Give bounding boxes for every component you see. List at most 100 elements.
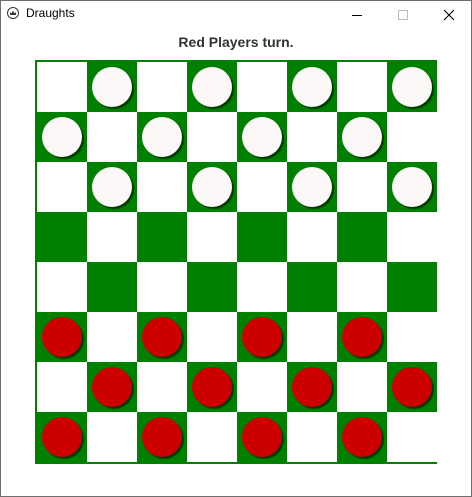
board-square[interactable] xyxy=(387,112,437,162)
board-square[interactable] xyxy=(387,362,437,412)
board-square[interactable] xyxy=(137,112,187,162)
board-square[interactable] xyxy=(87,312,137,362)
board-square[interactable] xyxy=(37,262,87,312)
white-piece[interactable] xyxy=(292,67,332,107)
board-square[interactable] xyxy=(37,362,87,412)
board-square[interactable] xyxy=(237,362,287,412)
board-square[interactable] xyxy=(387,412,437,462)
board-square[interactable] xyxy=(337,112,387,162)
board-square[interactable] xyxy=(387,62,437,112)
board-square[interactable] xyxy=(137,262,187,312)
red-piece[interactable] xyxy=(142,317,182,357)
minimize-button[interactable] xyxy=(334,1,380,29)
board-square[interactable] xyxy=(137,162,187,212)
board-square[interactable] xyxy=(337,362,387,412)
board-square[interactable] xyxy=(287,412,337,462)
board-square[interactable] xyxy=(287,212,337,262)
board-square[interactable] xyxy=(287,362,337,412)
board-square[interactable] xyxy=(237,162,287,212)
white-piece[interactable] xyxy=(392,67,432,107)
white-piece[interactable] xyxy=(192,167,232,207)
red-piece[interactable] xyxy=(192,367,232,407)
board-square[interactable] xyxy=(387,262,437,312)
board-square[interactable] xyxy=(237,312,287,362)
board-square[interactable] xyxy=(137,412,187,462)
title-bar[interactable]: Draughts xyxy=(1,1,471,29)
game-board[interactable] xyxy=(35,60,437,464)
board-square[interactable] xyxy=(137,212,187,262)
red-piece[interactable] xyxy=(142,417,182,457)
red-piece[interactable] xyxy=(242,317,282,357)
board-square[interactable] xyxy=(187,212,237,262)
board-square[interactable] xyxy=(387,212,437,262)
board-square[interactable] xyxy=(37,312,87,362)
board-square[interactable] xyxy=(137,312,187,362)
board-square[interactable] xyxy=(237,112,287,162)
board-square[interactable] xyxy=(337,312,387,362)
board-square[interactable] xyxy=(187,112,237,162)
board-square[interactable] xyxy=(287,262,337,312)
board-square[interactable] xyxy=(87,62,137,112)
app-window: Draughts Red Players turn. xyxy=(0,0,472,497)
board-square[interactable] xyxy=(237,412,287,462)
board-square[interactable] xyxy=(37,412,87,462)
turn-status: Red Players turn. xyxy=(178,34,294,50)
board-square[interactable] xyxy=(337,162,387,212)
board-square[interactable] xyxy=(87,212,137,262)
maximize-icon xyxy=(398,10,408,20)
board-square[interactable] xyxy=(137,62,187,112)
board-square[interactable] xyxy=(237,262,287,312)
white-piece[interactable] xyxy=(42,117,82,157)
white-piece[interactable] xyxy=(242,117,282,157)
close-icon xyxy=(443,9,455,21)
board-square[interactable] xyxy=(337,212,387,262)
crown-icon xyxy=(7,7,19,19)
board-square[interactable] xyxy=(87,112,137,162)
board-square[interactable] xyxy=(287,112,337,162)
red-piece[interactable] xyxy=(392,367,432,407)
board-square[interactable] xyxy=(187,362,237,412)
board-square[interactable] xyxy=(187,62,237,112)
board-square[interactable] xyxy=(187,262,237,312)
minimize-icon xyxy=(352,15,362,16)
board-square[interactable] xyxy=(387,162,437,212)
board-square[interactable] xyxy=(187,312,237,362)
board-square[interactable] xyxy=(287,162,337,212)
white-piece[interactable] xyxy=(342,117,382,157)
red-piece[interactable] xyxy=(342,417,382,457)
red-piece[interactable] xyxy=(42,417,82,457)
board-square[interactable] xyxy=(387,312,437,362)
board-square[interactable] xyxy=(337,62,387,112)
board-square[interactable] xyxy=(87,262,137,312)
board-square[interactable] xyxy=(187,162,237,212)
white-piece[interactable] xyxy=(142,117,182,157)
red-piece[interactable] xyxy=(92,367,132,407)
white-piece[interactable] xyxy=(92,67,132,107)
board-square[interactable] xyxy=(37,62,87,112)
board-square[interactable] xyxy=(137,362,187,412)
board-square[interactable] xyxy=(237,62,287,112)
board-square[interactable] xyxy=(237,212,287,262)
board-square[interactable] xyxy=(37,162,87,212)
board-square[interactable] xyxy=(37,112,87,162)
board-square[interactable] xyxy=(87,362,137,412)
board-square[interactable] xyxy=(337,262,387,312)
board-square[interactable] xyxy=(287,62,337,112)
red-piece[interactable] xyxy=(342,317,382,357)
red-piece[interactable] xyxy=(42,317,82,357)
window-title: Draughts xyxy=(26,6,75,20)
red-piece[interactable] xyxy=(242,417,282,457)
white-piece[interactable] xyxy=(192,67,232,107)
board-square[interactable] xyxy=(287,312,337,362)
white-piece[interactable] xyxy=(392,167,432,207)
board-square[interactable] xyxy=(187,412,237,462)
red-piece[interactable] xyxy=(292,367,332,407)
maximize-button[interactable] xyxy=(380,1,426,29)
white-piece[interactable] xyxy=(92,167,132,207)
white-piece[interactable] xyxy=(292,167,332,207)
board-square[interactable] xyxy=(87,162,137,212)
board-square[interactable] xyxy=(337,412,387,462)
close-button[interactable] xyxy=(426,1,472,29)
board-square[interactable] xyxy=(87,412,137,462)
board-square[interactable] xyxy=(37,212,87,262)
